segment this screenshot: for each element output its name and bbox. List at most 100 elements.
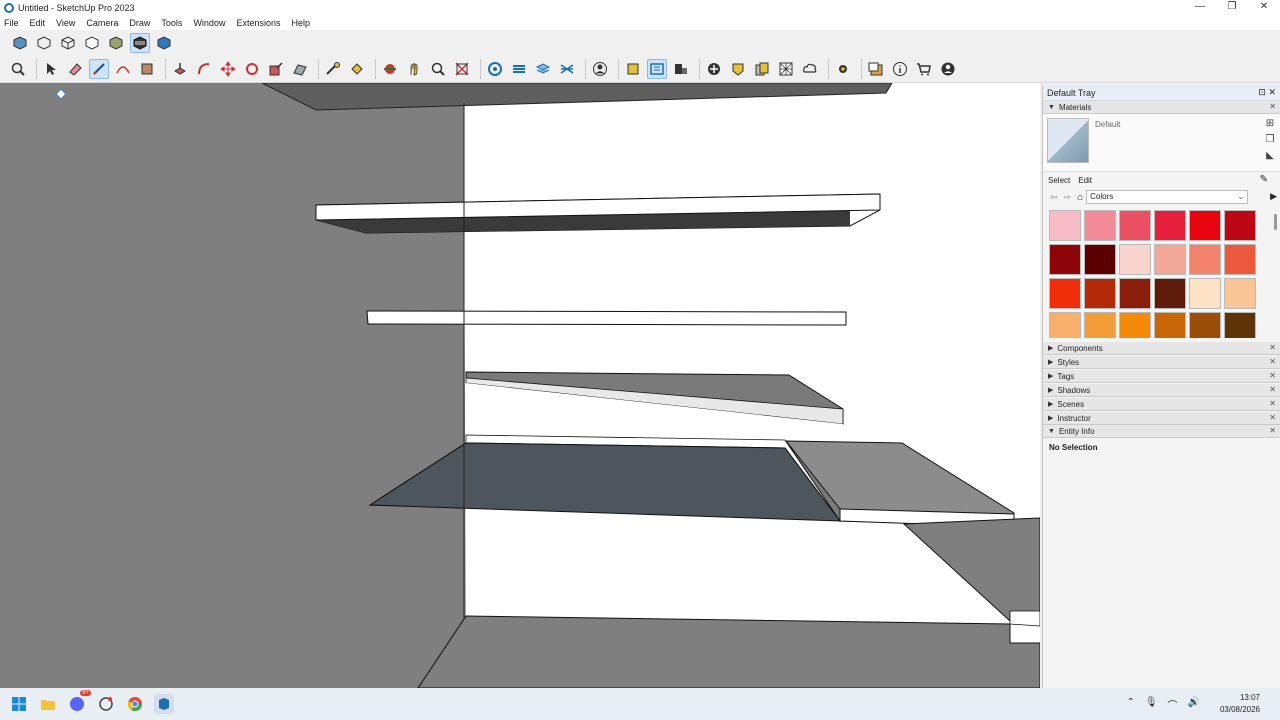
close-icon[interactable]: ✕ xyxy=(1269,371,1276,380)
eraser-tool-icon[interactable] xyxy=(65,59,85,79)
menu-extensions[interactable]: Extensions xyxy=(236,18,280,28)
wireframe-style-icon[interactable] xyxy=(58,33,78,53)
panel-header-shadows[interactable]: ▶ Shadows ✕ xyxy=(1043,384,1280,397)
info-icon[interactable] xyxy=(890,59,910,79)
layout-icon[interactable] xyxy=(866,59,886,79)
orbit-tool-icon[interactable] xyxy=(380,59,400,79)
material-swatch[interactable] xyxy=(1049,244,1081,275)
menu-view[interactable]: View xyxy=(56,18,75,28)
add-location-icon[interactable] xyxy=(704,59,724,79)
volume-icon[interactable]: 🔊 xyxy=(1188,697,1200,712)
shaded-textures-style-icon[interactable] xyxy=(130,33,150,53)
chevron-up-icon[interactable]: ⌃ xyxy=(1126,697,1134,712)
forward-arrow-icon[interactable]: ⇨ xyxy=(1064,192,1072,203)
close-icon[interactable]: ✕ xyxy=(1269,399,1276,408)
3d-warehouse-icon[interactable] xyxy=(485,59,505,79)
shaded-style-icon[interactable] xyxy=(106,33,126,53)
sketchup-taskbar-icon[interactable] xyxy=(154,694,174,714)
outliner-icon[interactable] xyxy=(647,59,667,79)
close-icon[interactable]: ✕ xyxy=(1269,102,1276,111)
material-swatch[interactable] xyxy=(1154,312,1186,338)
github-desktop-icon[interactable] xyxy=(96,694,116,714)
menu-help[interactable]: Help xyxy=(291,18,310,28)
move-tool-icon[interactable] xyxy=(218,59,238,79)
zoom-tool-icon[interactable] xyxy=(428,59,448,79)
pan-tool-icon[interactable] xyxy=(404,59,424,79)
close-icon[interactable]: ✕ xyxy=(1269,413,1276,422)
minimize-button[interactable]: — xyxy=(1184,0,1216,15)
material-collection-select[interactable]: Colors ⌄ xyxy=(1086,190,1249,204)
cloud-upload-icon[interactable] xyxy=(800,59,820,79)
material-swatch[interactable] xyxy=(1049,312,1081,338)
discord-icon[interactable]: 9+ xyxy=(67,690,91,714)
arc-tool-icon[interactable] xyxy=(113,59,133,79)
panel-header-instructor[interactable]: ▶ Instructor ✕ xyxy=(1043,412,1280,425)
tab-select[interactable]: Select xyxy=(1048,176,1070,185)
component-icon[interactable] xyxy=(671,59,691,79)
material-swatch[interactable] xyxy=(1084,278,1116,309)
network-icon[interactable]: ⌒ xyxy=(1168,697,1178,712)
sandbox-icon[interactable] xyxy=(557,59,577,79)
offset-tool-icon[interactable] xyxy=(194,59,214,79)
close-icon[interactable]: ✕ xyxy=(1269,426,1276,435)
material-swatch[interactable] xyxy=(1119,312,1151,338)
panel-header-styles[interactable]: ▶ Styles ✕ xyxy=(1043,356,1280,369)
menu-tools[interactable]: Tools xyxy=(161,18,182,28)
rotate-tool-icon[interactable] xyxy=(242,59,262,79)
material-swatch[interactable] xyxy=(1154,210,1186,241)
material-swatch[interactable] xyxy=(1119,278,1151,309)
follow-me-tool-icon[interactable] xyxy=(290,59,310,79)
menu-window[interactable]: Window xyxy=(193,18,225,28)
push-pull-tool-icon[interactable] xyxy=(170,59,190,79)
select-tool-icon[interactable] xyxy=(41,59,61,79)
model-canvas[interactable] xyxy=(0,83,1040,688)
menu-file[interactable]: File xyxy=(4,18,19,28)
entity-info-panel-header[interactable]: ▼ Entity Info ✕ xyxy=(1043,425,1280,438)
home-icon[interactable]: ⌂ xyxy=(1077,192,1083,203)
windows-start-icon[interactable] xyxy=(9,694,29,714)
sample-paint-icon[interactable]: ◣ xyxy=(1264,150,1276,162)
file-explorer-icon[interactable] xyxy=(38,694,58,714)
swatch-scrollbar[interactable] xyxy=(1274,214,1277,230)
close-icon[interactable]: ✕ xyxy=(1269,343,1276,352)
close-button[interactable]: ✕ xyxy=(1248,0,1280,15)
material-swatch[interactable] xyxy=(1189,278,1221,309)
material-swatch[interactable] xyxy=(1119,244,1151,275)
match-photo-icon[interactable] xyxy=(776,59,796,79)
model-viewport[interactable] xyxy=(0,83,1040,688)
line-tool-icon[interactable] xyxy=(89,59,109,79)
extension-manager-icon[interactable] xyxy=(833,59,853,79)
material-swatch[interactable] xyxy=(1224,278,1256,309)
material-swatch[interactable] xyxy=(1189,210,1221,241)
xray-style-icon[interactable] xyxy=(10,33,30,53)
rectangle-tool-icon[interactable] xyxy=(137,59,157,79)
microphone-icon[interactable]: 🎙 xyxy=(1145,697,1158,712)
material-swatch[interactable] xyxy=(1084,210,1116,241)
back-arrow-icon[interactable]: ⇦ xyxy=(1050,192,1058,203)
eyedropper-icon[interactable]: ✎ xyxy=(1260,174,1268,185)
material-swatch[interactable] xyxy=(1154,278,1186,309)
restore-button[interactable]: ❐ xyxy=(1216,0,1248,15)
monochrome-style-icon[interactable] xyxy=(154,33,174,53)
create-material-icon[interactable]: ⊞ xyxy=(1264,118,1276,130)
material-swatch[interactable] xyxy=(1189,312,1221,338)
material-swatch[interactable] xyxy=(1224,210,1256,241)
current-material-swatch[interactable] xyxy=(1047,118,1089,163)
menu-draw[interactable]: Draw xyxy=(129,18,150,28)
back-edges-style-icon[interactable] xyxy=(34,33,54,53)
material-swatch[interactable] xyxy=(1049,278,1081,309)
profile-icon[interactable] xyxy=(938,59,958,79)
materials-panel-header[interactable]: ▼ Materials ✕ xyxy=(1043,101,1280,114)
store-cart-icon[interactable] xyxy=(914,59,934,79)
hidden-line-style-icon[interactable] xyxy=(82,33,102,53)
panel-header-components[interactable]: ▶ Components ✕ xyxy=(1043,342,1280,355)
zoom-icon[interactable] xyxy=(8,59,28,79)
tray-pin-icon[interactable]: ⊡ ✕ xyxy=(1258,87,1276,98)
user-account-icon[interactable] xyxy=(590,59,610,79)
paint-bucket-tool-icon[interactable] xyxy=(347,59,367,79)
details-arrow-icon[interactable]: ▶ xyxy=(1270,191,1277,202)
layers-icon[interactable] xyxy=(533,59,553,79)
close-icon[interactable]: ✕ xyxy=(1269,385,1276,394)
section-plane-icon[interactable] xyxy=(509,59,529,79)
material-swatch[interactable] xyxy=(1224,244,1256,275)
